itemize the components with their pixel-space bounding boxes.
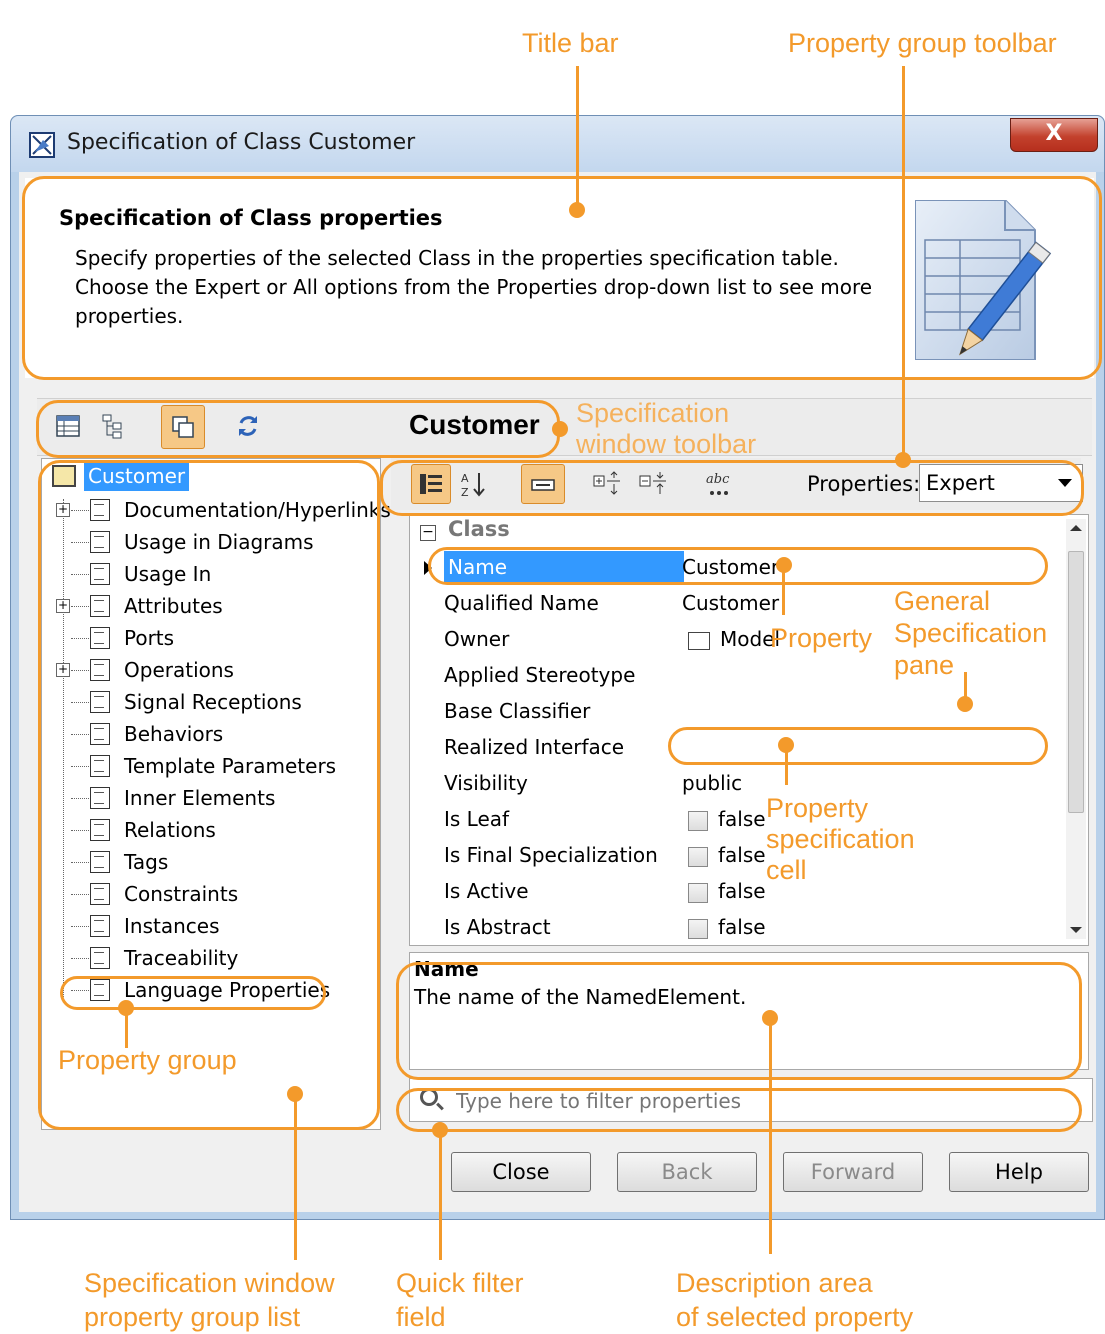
highlight-quick-filter [396, 1088, 1082, 1132]
highlight-spec-toolbar [36, 400, 560, 458]
scrollbar-thumb[interactable] [1068, 551, 1084, 813]
highlight-property-group-toolbar [380, 460, 1084, 516]
property-value-text: public [682, 771, 743, 795]
property-name[interactable]: Realized Interface [444, 731, 624, 763]
connector-group-list [294, 1094, 297, 1260]
property-value[interactable]: false [682, 803, 766, 835]
checkbox[interactable] [688, 810, 708, 831]
property-value-text: false [718, 879, 766, 903]
scroll-down-icon[interactable] [1070, 927, 1082, 933]
property-name[interactable]: Is Active [444, 875, 529, 907]
highlight-property-cell [668, 727, 1048, 765]
property-value-text: false [718, 843, 766, 867]
property-value-text: false [718, 915, 766, 939]
window-title: Specification of Class Customer [67, 130, 416, 155]
connector-quick-filter [439, 1130, 442, 1260]
app-icon [29, 132, 55, 158]
checkbox[interactable] [688, 882, 708, 903]
scroll-up-icon[interactable] [1070, 525, 1082, 531]
annotation-property-group: Property group [58, 1045, 237, 1075]
forward-button[interactable]: Forward [783, 1152, 923, 1192]
property-value[interactable]: Customer [682, 587, 779, 619]
back-button[interactable]: Back [617, 1152, 757, 1192]
property-value[interactable]: false [682, 875, 766, 907]
annotation-group-list: Specification window property group list [84, 1268, 335, 1332]
dot-general-pane [957, 696, 973, 712]
connector-title-bar [576, 66, 579, 210]
property-name[interactable]: Visibility [444, 767, 528, 799]
property-value-text: false [718, 807, 766, 831]
checkbox[interactable] [688, 918, 708, 939]
close-button[interactable]: Close [451, 1152, 591, 1192]
connector-property [782, 565, 785, 615]
dot-property-toolbar [895, 452, 911, 468]
property-value[interactable]: Model [682, 623, 780, 655]
connector-description [769, 1018, 772, 1254]
annotation-spec-window-toolbar: Specification window toolbar [576, 398, 757, 459]
title-bar[interactable]: Specification of Class Customer X [11, 116, 1104, 172]
package-icon [688, 631, 710, 650]
property-value[interactable]: public [682, 767, 742, 799]
annotation-title-bar: Title bar [522, 28, 619, 58]
highlight-description-area [396, 962, 1082, 1080]
property-name[interactable]: Is Abstract [444, 911, 551, 943]
connector-property-cell [785, 745, 788, 785]
property-value[interactable]: false [682, 911, 766, 943]
property-name[interactable]: Is Final Specialization [444, 839, 658, 871]
annotation-description-area: Description area of selected property [676, 1268, 914, 1332]
property-name[interactable]: Is Leaf [444, 803, 509, 835]
property-value-text: Customer [682, 591, 780, 615]
help-button[interactable]: Help [949, 1152, 1089, 1192]
property-value[interactable]: false [682, 839, 766, 871]
annotation-property-group-toolbar: Property group toolbar [788, 28, 1057, 58]
close-window-button[interactable]: X [1010, 118, 1098, 152]
checkbox[interactable] [688, 846, 708, 867]
annotation-general-pane: General Specification pane [894, 586, 1048, 680]
property-name[interactable]: Base Classifier [444, 695, 590, 727]
property-name[interactable]: Owner [444, 623, 509, 655]
highlight-property-group-list [38, 460, 380, 1130]
property-group-header: Class [448, 517, 510, 541]
highlight-language-properties [60, 976, 326, 1010]
dot-spec-toolbar [552, 421, 568, 437]
annotation-quick-filter: Quick filter field [396, 1268, 524, 1332]
annotation-property-cell: Property specification cell [766, 793, 915, 885]
highlight-name-row [428, 547, 1048, 585]
connector-property-toolbar [902, 66, 905, 460]
dot-title-bar [569, 202, 585, 218]
property-name[interactable]: Applied Stereotype [444, 659, 635, 691]
collapse-icon[interactable]: − [420, 525, 436, 541]
highlight-title-area [22, 176, 1102, 380]
connector-property-group [125, 1008, 128, 1048]
annotation-property: Property [770, 623, 873, 653]
property-name[interactable]: Qualified Name [444, 587, 599, 619]
